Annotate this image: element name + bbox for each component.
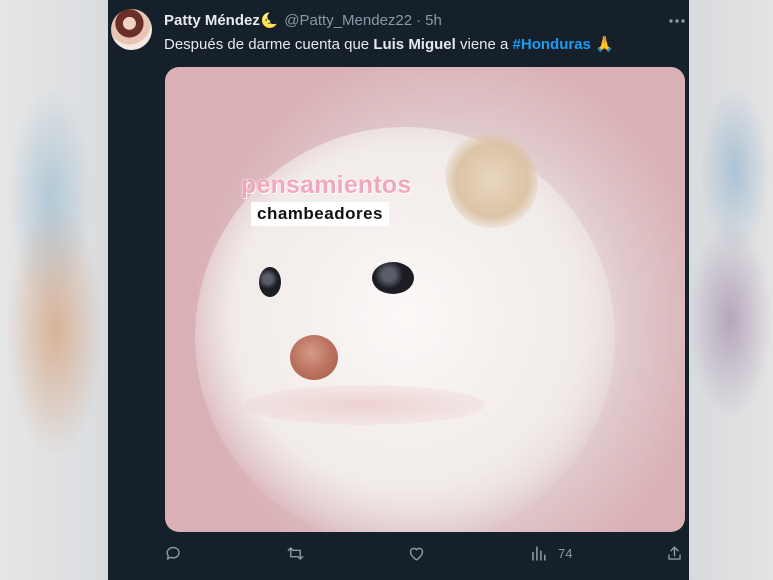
tweet-header: Patty Méndez 🌜 @Patty_Mendez22 · 5h: [164, 10, 442, 30]
tweet-text-bold: Luis Miguel: [373, 36, 456, 53]
author-name[interactable]: Patty Méndez: [164, 12, 260, 29]
retweet-button[interactable]: [286, 544, 305, 563]
views-button[interactable]: 74: [529, 544, 572, 563]
tweet-card[interactable]: Patty Méndez 🌜 @Patty_Mendez22 · 5h Desp…: [108, 0, 689, 580]
tweet-timestamp[interactable]: 5h: [425, 12, 442, 29]
tweet-actions: 74: [108, 540, 689, 570]
share-icon: [668, 546, 681, 560]
meme-caption-bottom: chambeadores: [251, 202, 389, 226]
share-button[interactable]: [665, 544, 684, 563]
hashtag-link[interactable]: #Honduras: [513, 36, 591, 53]
more-horizontal-icon[interactable]: [668, 8, 686, 29]
pray-emoji: 🙏: [595, 36, 614, 53]
views-count: 74: [558, 546, 573, 561]
avatar[interactable]: [111, 9, 152, 50]
reply-button[interactable]: [164, 544, 183, 563]
puppy-left-eye: [259, 267, 281, 297]
moon-emoji: 🌜: [260, 11, 279, 28]
tweet-text: Después de darme cuenta que Luis Miguel …: [164, 35, 614, 53]
heart-icon: [409, 547, 424, 561]
reply-icon: [166, 546, 180, 560]
separator-dot: ·: [416, 11, 422, 29]
puppy-right-eye: [372, 262, 414, 294]
views-chart-icon: [532, 546, 546, 561]
tweet-text-before: Después de darme cuenta que: [164, 36, 374, 53]
tweet-image[interactable]: pensamientos chambeadores: [165, 67, 685, 532]
tweet-text-middle: viene a: [455, 36, 513, 53]
meme-caption-top: pensamientos: [241, 171, 412, 199]
retweet-icon: [287, 547, 304, 560]
like-button[interactable]: [407, 544, 426, 563]
puppy-ribbon: [245, 385, 485, 425]
puppy-nose: [290, 335, 338, 380]
author-handle[interactable]: @Patty_Mendez22: [284, 12, 412, 29]
